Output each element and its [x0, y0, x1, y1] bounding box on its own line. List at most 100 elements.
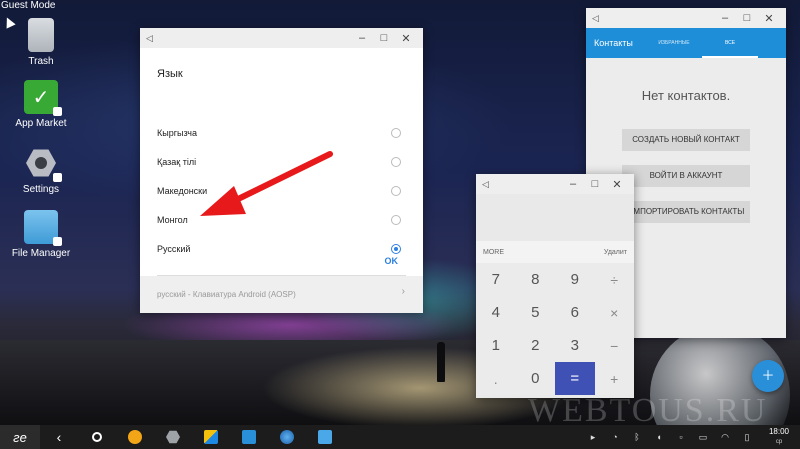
- close-button[interactable]: ✕: [606, 178, 628, 191]
- clock[interactable]: 18:00 ср: [758, 427, 800, 447]
- tab-favorites[interactable]: ИЗБРАННЫЕ: [646, 28, 702, 58]
- contacts-title: Контакты: [594, 38, 633, 48]
- wifi-icon[interactable]: ◠: [714, 432, 736, 443]
- window-titlebar: ◁ – □ ✕: [140, 28, 423, 48]
- language-option-kazakh[interactable]: Қазақ тілі: [140, 147, 423, 176]
- home-icon: [92, 432, 102, 442]
- play-icon[interactable]: ▸: [582, 432, 604, 443]
- maximize-button[interactable]: □: [584, 178, 606, 190]
- keyboard-setting-item[interactable]: русский - Клавиатура Android (AOSP) ›: [140, 276, 423, 313]
- back-icon[interactable]: ◁: [592, 13, 599, 24]
- ok-button[interactable]: OK: [385, 256, 399, 266]
- calculator-keypad: 7 8 9 ÷ 4 5 6 × 1 2 3 − . 0 = +: [476, 263, 634, 395]
- taskbar-browser-app[interactable]: [268, 425, 306, 449]
- clock-time: 18:00: [768, 427, 790, 436]
- desktop-icon-app-market[interactable]: ✓ App Market: [6, 80, 76, 129]
- taskbar-files-app[interactable]: [306, 425, 344, 449]
- settings-icon: [166, 430, 180, 444]
- battery-icon[interactable]: ▯: [736, 432, 758, 443]
- keyboard-setting-header: [157, 280, 406, 286]
- window-titlebar: ◁ – □ ✕: [586, 8, 786, 28]
- desktop-icon-label: File Manager: [11, 248, 71, 259]
- add-contact-fab-icon[interactable]: ＋: [752, 360, 784, 392]
- language-option-russian[interactable]: Русский: [140, 234, 423, 263]
- key-5[interactable]: 5: [516, 296, 556, 329]
- bluetooth-icon[interactable]: ᛒ: [626, 432, 648, 442]
- minimize-button[interactable]: –: [714, 12, 736, 24]
- keyboard-setting-subtitle: русский - Клавиатура Android (AOSP): [157, 290, 296, 299]
- maximize-button[interactable]: □: [736, 12, 758, 24]
- key-4[interactable]: 4: [476, 296, 516, 329]
- key-9[interactable]: 9: [555, 263, 595, 296]
- globe-icon: [280, 430, 294, 444]
- taskbar-notes-app[interactable]: [192, 425, 230, 449]
- desktop-icon-label: Trash: [28, 56, 54, 67]
- clock-day: ср: [775, 439, 783, 445]
- maximize-button[interactable]: □: [373, 32, 395, 44]
- radio-button[interactable]: [391, 156, 401, 167]
- key-6[interactable]: 6: [555, 296, 595, 329]
- key-2[interactable]: 2: [516, 329, 556, 362]
- nav-home-button[interactable]: [78, 425, 116, 449]
- key-equals[interactable]: =: [555, 362, 595, 395]
- empty-contacts-text: Нет контактов.: [641, 88, 731, 103]
- back-icon[interactable]: ◁: [482, 179, 489, 190]
- key-3[interactable]: 3: [555, 329, 595, 362]
- sign-in-button[interactable]: ВОЙТИ В АККАУНТ: [622, 165, 750, 187]
- close-button[interactable]: ✕: [395, 32, 417, 45]
- desktop-icon-trash[interactable]: Trash: [6, 18, 76, 67]
- import-contacts-button[interactable]: ИМПОРТИРОВАТЬ КОНТАКТЫ: [622, 201, 750, 223]
- wallpaper-person-silhouette: [437, 342, 445, 382]
- radio-button[interactable]: [391, 214, 401, 225]
- chevron-right-icon: ›: [401, 286, 405, 297]
- download-icon: [128, 430, 142, 444]
- contacts-icon: [242, 430, 256, 444]
- key-minus[interactable]: −: [595, 329, 635, 362]
- notification-icon[interactable]: ▫: [670, 432, 692, 442]
- minimize-button[interactable]: –: [562, 178, 584, 190]
- window-titlebar: ◁ – □ ✕: [476, 174, 634, 194]
- more-button[interactable]: MORE: [483, 249, 504, 256]
- taskbar-contacts-app[interactable]: [230, 425, 268, 449]
- key-multiply[interactable]: ×: [595, 296, 635, 329]
- dialog-title: Язык: [157, 68, 183, 80]
- key-decimal[interactable]: .: [476, 362, 516, 395]
- language-option-kyrgyz[interactable]: Кыргызча: [140, 118, 423, 147]
- radio-button-selected[interactable]: [391, 243, 401, 254]
- taskbar-download-app[interactable]: [116, 425, 154, 449]
- radio-button[interactable]: [391, 127, 401, 138]
- keyboard-icon[interactable]: ▭: [692, 432, 714, 443]
- settings-gear-icon: [24, 146, 62, 182]
- calculator-mode-bar: MORE Удалит: [476, 241, 634, 263]
- desktop-icon-label: App Market: [15, 118, 67, 129]
- notes-icon: [204, 430, 218, 444]
- nav-back-icon[interactable]: ‹: [40, 425, 78, 449]
- speedometer-icon[interactable]: ◔: [604, 432, 626, 442]
- back-icon[interactable]: ◁: [146, 33, 153, 44]
- trash-icon: [28, 18, 54, 52]
- launcher-logo-icon[interactable]: ƨe: [0, 425, 40, 449]
- key-plus[interactable]: +: [595, 362, 635, 395]
- taskbar-settings-app[interactable]: [154, 425, 192, 449]
- minimize-button[interactable]: –: [351, 32, 373, 44]
- key-divide[interactable]: ÷: [595, 263, 635, 296]
- desktop-icon-file-manager[interactable]: File Manager: [6, 210, 76, 259]
- close-button[interactable]: ✕: [758, 12, 780, 25]
- system-tray: ▸ ◔ ᛒ ◖ ▫ ▭ ◠ ▯ 18:00 ср: [582, 425, 800, 449]
- sound-icon[interactable]: ◖: [648, 432, 670, 442]
- app-market-icon: ✓: [24, 80, 62, 116]
- key-8[interactable]: 8: [516, 263, 556, 296]
- calculator-display: [476, 194, 634, 241]
- language-option-mongolian[interactable]: Монгол: [140, 205, 423, 234]
- key-0[interactable]: 0: [516, 362, 556, 395]
- delete-button[interactable]: Удалит: [604, 249, 627, 256]
- key-1[interactable]: 1: [476, 329, 516, 362]
- tab-all[interactable]: ВСЕ: [702, 28, 758, 58]
- desktop-icon-label: Settings: [22, 184, 60, 195]
- key-7[interactable]: 7: [476, 263, 516, 296]
- folder-icon: [24, 210, 62, 246]
- desktop-icon-settings[interactable]: Settings: [6, 146, 76, 195]
- create-contact-button[interactable]: СОЗДАТЬ НОВЫЙ КОНТАКТ: [622, 129, 750, 151]
- language-option-macedonian[interactable]: Македонски: [140, 176, 423, 205]
- radio-button[interactable]: [391, 185, 401, 196]
